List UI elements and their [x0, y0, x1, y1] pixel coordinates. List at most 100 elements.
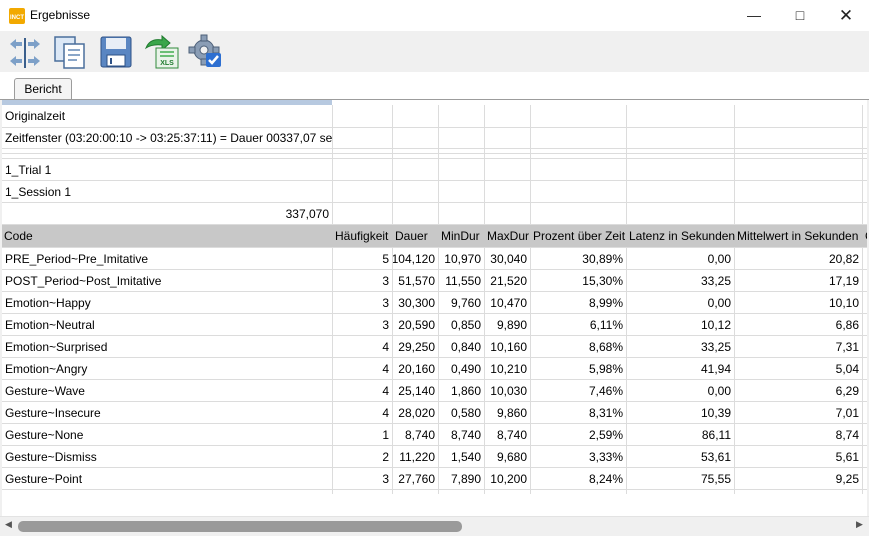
info-row: Zeitfenster (03:20:00:10 -> 03:25:37:11)… [2, 127, 867, 149]
total-cell: 337,070 [2, 203, 333, 224]
minimize-button[interactable]: — [731, 0, 777, 31]
cell: 5,98% [531, 358, 627, 379]
info-row: Originalzeit [2, 105, 867, 128]
copy-icon[interactable] [52, 34, 88, 70]
code-cell: Gesture~Point [2, 468, 333, 489]
table-row[interactable]: Emotion~Angry 4 20,160 0,490 10,210 5,98… [2, 358, 867, 380]
scrollbar-thumb[interactable] [18, 521, 462, 532]
column-header[interactable]: Dauer [393, 225, 439, 247]
cell: 30,300 [393, 292, 439, 313]
code-cell: PRE_Period~Pre_Imitative [2, 248, 333, 269]
cell: 10,200 [485, 468, 531, 489]
info-row: 1_Trial 1 [2, 159, 867, 181]
scroll-right-icon[interactable]: ▶ [856, 519, 863, 530]
transfer-icon[interactable] [6, 34, 42, 70]
code-cell: Gesture~None [2, 424, 333, 445]
cell: 20,590 [393, 314, 439, 335]
cell: 8,740 [485, 424, 531, 445]
cell: 8,740 [393, 424, 439, 445]
column-header[interactable]: Häufigkeit [333, 225, 393, 247]
cell: 7,31 [735, 336, 863, 357]
horizontal-scrollbar[interactable]: ◀ ▶ [0, 516, 869, 535]
column-header[interactable]: Code [2, 225, 333, 247]
cell: 53,61 [627, 446, 735, 467]
cell: 10,12 [627, 314, 735, 335]
cell: 8,24% [531, 468, 627, 489]
window-title: Ergebnisse [30, 8, 91, 22]
table-row[interactable]: Gesture~Wave 4 25,140 1,860 10,030 7,46%… [2, 380, 867, 402]
table-row[interactable]: POST_Period~Post_Imitative 3 51,570 11,5… [2, 270, 867, 292]
cell: 1 [333, 424, 393, 445]
cell: 86,11 [627, 424, 735, 445]
cell: 0,840 [439, 336, 485, 357]
table-row[interactable]: Gesture~Insecure 4 28,020 0,580 9,860 8,… [2, 402, 867, 424]
table-row[interactable]: Gesture~Dismiss 2 11,220 1,540 9,680 3,3… [2, 446, 867, 468]
cell: 0,490 [439, 358, 485, 379]
code-cell: Gesture~Dismiss [2, 446, 333, 467]
table-row[interactable]: Emotion~Neutral 3 20,590 0,850 9,890 6,1… [2, 314, 867, 336]
cell: 33,25 [627, 336, 735, 357]
cell: 9,760 [439, 292, 485, 313]
cell: 4 [333, 402, 393, 423]
cell: 4 [333, 358, 393, 379]
save-icon[interactable] [98, 34, 134, 70]
column-header[interactable]: MaxDur [485, 225, 531, 247]
toolbar: XLS [0, 31, 869, 73]
column-header[interactable]: C [863, 225, 867, 247]
maximize-button[interactable]: □ [777, 0, 823, 31]
column-header[interactable]: Latenz in Sekunden [627, 225, 735, 247]
column-header[interactable]: MinDur [439, 225, 485, 247]
table-row[interactable]: PRE_Period~Pre_Imitative 5 104,120 10,97… [2, 248, 867, 270]
column-header[interactable]: Prozent über Zeit [531, 225, 627, 247]
export-xls-icon[interactable]: XLS [142, 34, 179, 70]
app-icon-text: INCT [10, 15, 24, 21]
tab-bericht[interactable]: Bericht [14, 78, 72, 100]
cell: 8,99% [531, 292, 627, 313]
cell: 10,39 [627, 402, 735, 423]
info-cell: 1_Session 1 [2, 181, 333, 202]
cell: 3 [333, 468, 393, 489]
cell: 10,470 [485, 292, 531, 313]
cell: 20,82 [735, 248, 863, 269]
close-button[interactable]: ✕ [823, 0, 869, 31]
tab-strip: Bericht [0, 72, 869, 100]
app-icon: INCT [9, 8, 25, 24]
cell: 8,74 [735, 424, 863, 445]
cell: 41,94 [627, 358, 735, 379]
cell: 3,33% [531, 446, 627, 467]
cell: 9,890 [485, 314, 531, 335]
table-row[interactable]: Gesture~Point 3 27,760 7,890 10,200 8,24… [2, 468, 867, 490]
cell: 27,760 [393, 468, 439, 489]
cell: 7,46% [531, 380, 627, 401]
column-header-row: Code Häufigkeit Dauer MinDur MaxDur Proz… [2, 225, 867, 248]
cell: 4 [333, 336, 393, 357]
cell: 10,160 [485, 336, 531, 357]
cell: 28,020 [393, 402, 439, 423]
table-row[interactable]: Gesture~None 1 8,740 8,740 8,740 2,59% 8… [2, 424, 867, 446]
cell: 10,030 [485, 380, 531, 401]
cell: 15,30% [531, 270, 627, 291]
report-grid[interactable]: Originalzeit Zeitfenster (03:20:00:10 ->… [2, 100, 867, 516]
cell: 9,680 [485, 446, 531, 467]
cell: 75,55 [627, 468, 735, 489]
table-row[interactable]: Emotion~Surprised 4 29,250 0,840 10,160 … [2, 336, 867, 358]
cell: 0,00 [627, 380, 735, 401]
cell: 10,10 [735, 292, 863, 313]
settings-icon[interactable] [188, 34, 224, 70]
column-header[interactable]: Mittelwert in Sekunden [735, 225, 863, 247]
cell: 3 [333, 292, 393, 313]
cell: 21,520 [485, 270, 531, 291]
cell: 1,860 [439, 380, 485, 401]
code-cell: Emotion~Happy [2, 292, 333, 313]
cell: 4 [333, 380, 393, 401]
scroll-left-icon[interactable]: ◀ [5, 519, 12, 530]
code-cell: Gesture~Wave [2, 380, 333, 401]
table-row[interactable]: Emotion~Happy 3 30,300 9,760 10,470 8,99… [2, 292, 867, 314]
cell: 30,040 [485, 248, 531, 269]
cell: 8,31% [531, 402, 627, 423]
cell: 11,220 [393, 446, 439, 467]
cell: 3 [333, 314, 393, 335]
cell: 104,120 [393, 248, 439, 269]
cell: 25,140 [393, 380, 439, 401]
cell: 1,540 [439, 446, 485, 467]
